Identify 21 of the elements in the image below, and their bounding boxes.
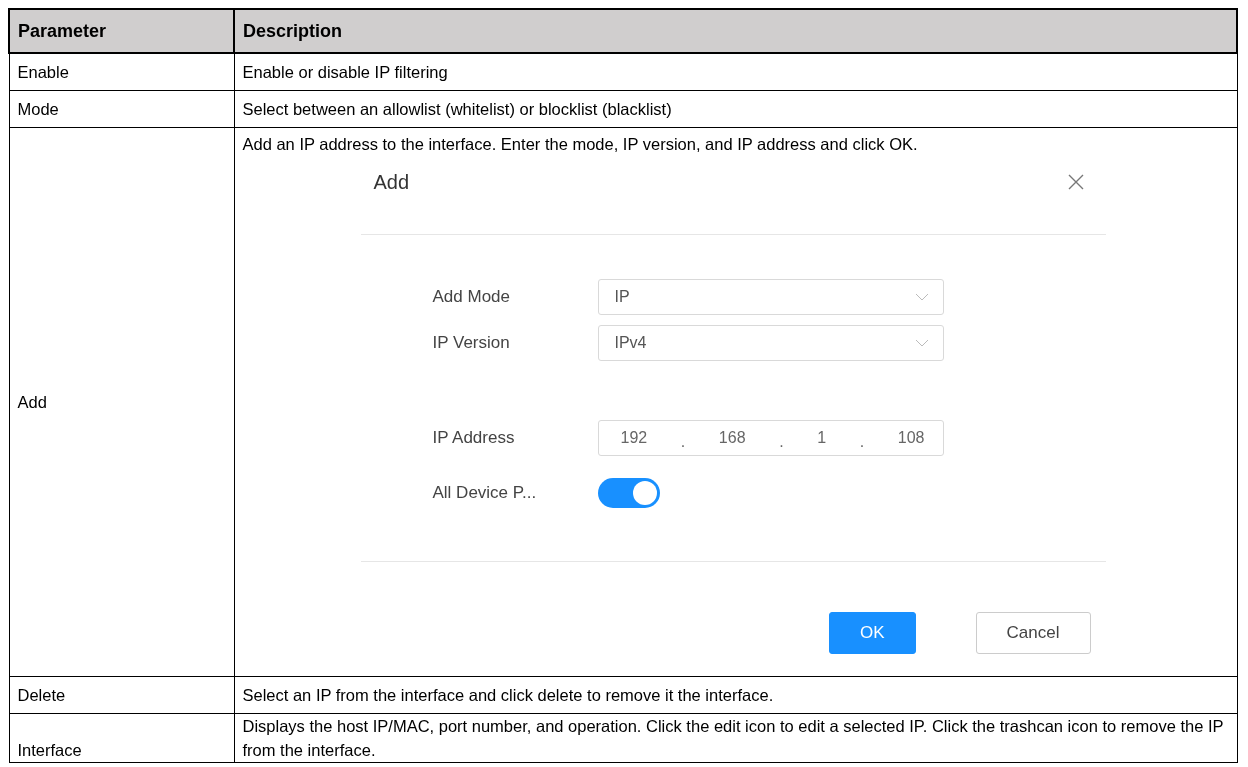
ip-address-field[interactable]: 192 . 168 . 1 . 108: [597, 420, 944, 456]
table-cell: Enable: [9, 53, 234, 91]
field-label: All Device P...: [432, 482, 538, 504]
table-cell: Mode: [9, 90, 234, 128]
cancel-button[interactable]: Cancel: [975, 612, 1091, 654]
table-cell: Interface: [9, 713, 234, 763]
select-field[interactable]: IPv4: [597, 325, 944, 361]
field-label: IP Version: [432, 332, 511, 354]
column-header: Description: [234, 9, 1237, 53]
table-cell: Select between an allowlist (whitelist) or blocklist (blacklist): [234, 90, 1237, 128]
table-cell: Add: [9, 127, 234, 677]
column-header: Parameter: [9, 9, 234, 53]
dialog-title: Add: [373, 170, 410, 194]
field-label: IP Address: [432, 427, 516, 449]
table-cell-text: Add an IP address to the interface. Enter the mode, IP version, and IP address and click OK.: [242, 134, 919, 155]
field-label: Add Mode: [432, 286, 511, 308]
table-cell: Select an IP from the interface and click delete to remove it the interface.: [234, 676, 1237, 714]
table-cell: Enable or disable IP filtering: [234, 53, 1237, 91]
table-cell: Displays the host IP/MAC, port number, and operation. Click the edit icon to edit a selected IP. Click the trashcan icon to remove the IP from the interface.: [234, 713, 1237, 763]
table-cell: Delete: [9, 676, 234, 714]
select-field[interactable]: IP: [597, 279, 944, 315]
